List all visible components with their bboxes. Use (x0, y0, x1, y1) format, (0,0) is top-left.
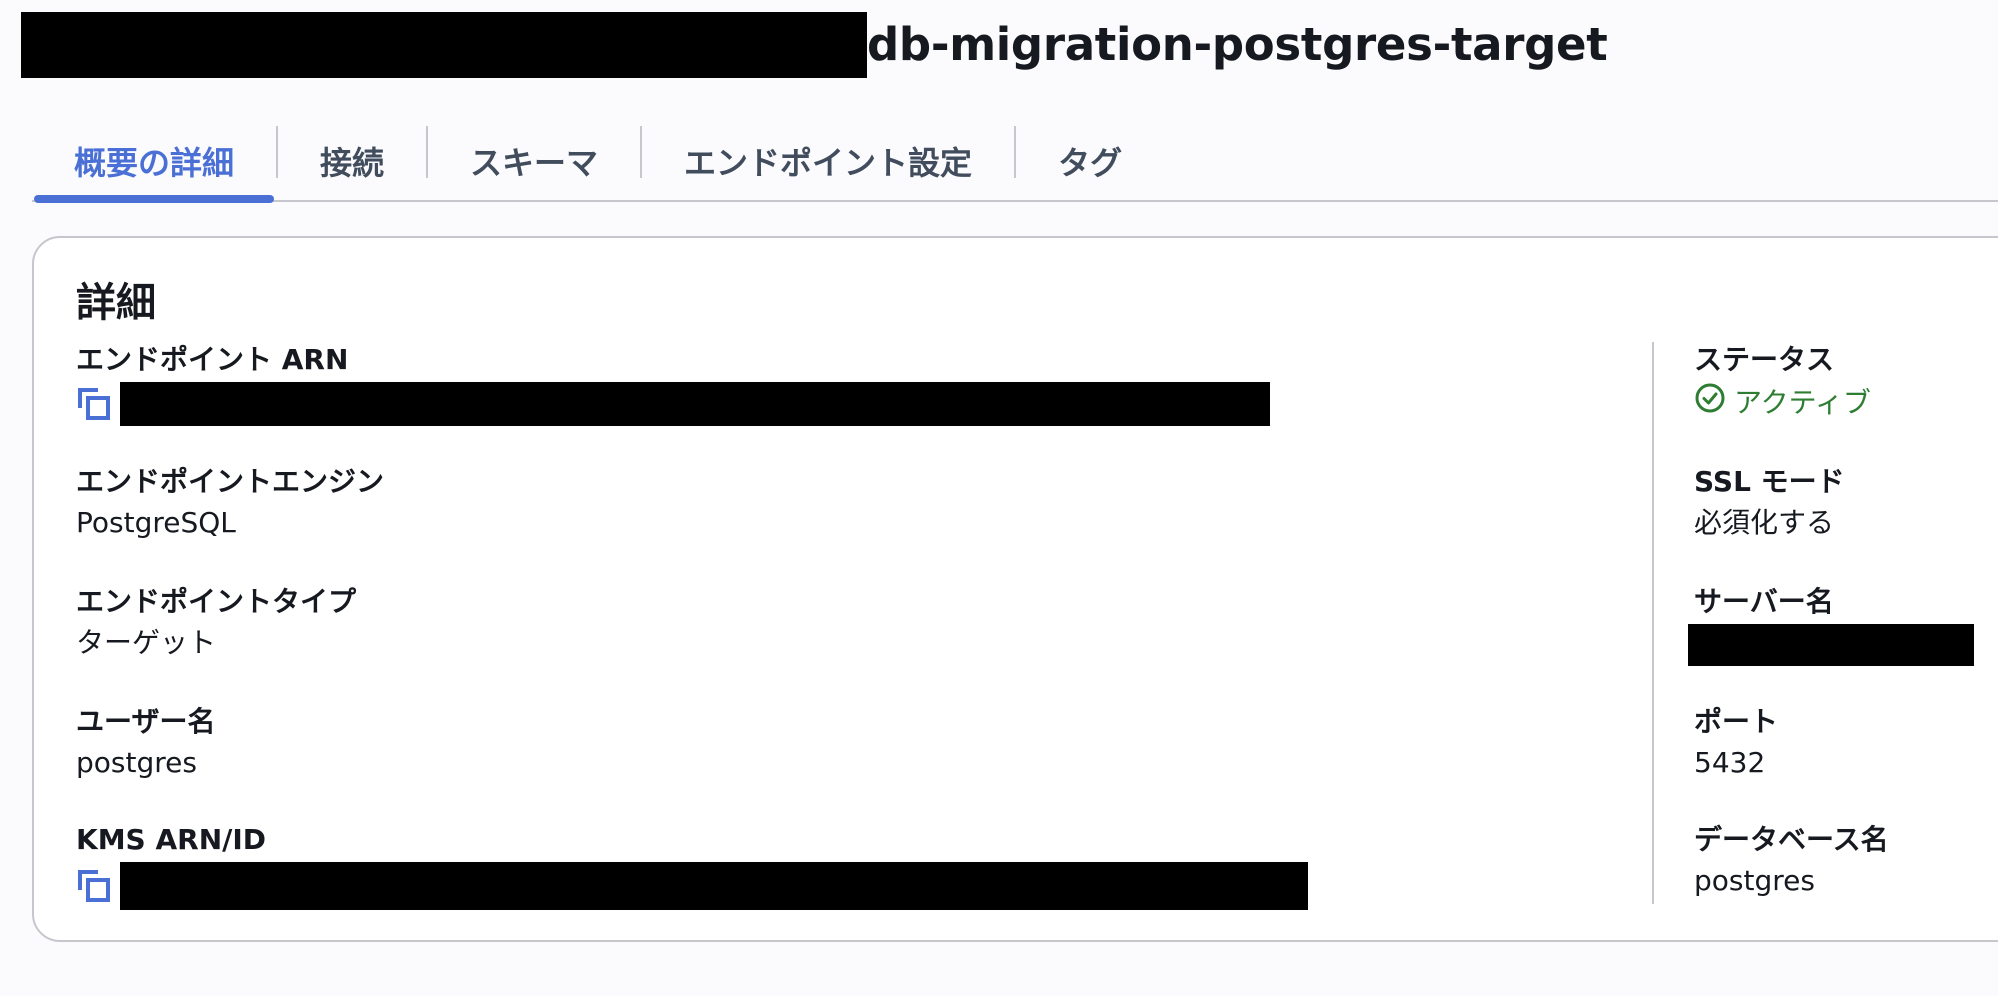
field-value (76, 862, 1308, 910)
tab-endpoint-settings[interactable]: エンドポイント設定 (642, 122, 1014, 200)
field-value: ターゲット (76, 626, 217, 659)
field-endpoint-engine: エンドポイントエンジン PostgreSQL (76, 464, 384, 542)
copy-icon[interactable] (76, 386, 112, 422)
field-endpoint-type: エンドポイントタイプ ターゲット (76, 584, 356, 662)
copy-icon[interactable] (76, 868, 112, 904)
field-value (76, 382, 1270, 426)
column-divider (1652, 342, 1654, 904)
page-header: db-migration-postgres-target (21, 12, 1608, 78)
details-panel: 詳細 エンドポイント ARN エンドポイントエンジン PostgreSQL エン… (32, 236, 1998, 942)
field-value (1688, 624, 1974, 666)
redacted-value (1688, 624, 1974, 666)
page-title: db-migration-postgres-target (867, 18, 1608, 71)
field-value: 5432 (1694, 746, 1766, 779)
field-label: ポート (1694, 705, 1779, 738)
field-ssl-mode: SSL モード 必須化する (1694, 464, 1845, 542)
field-label: ユーザー名 (76, 705, 216, 738)
field-label: データベース名 (1694, 823, 1889, 856)
field-label: エンドポイント ARN (76, 343, 349, 376)
field-endpoint-arn: エンドポイント ARN (76, 342, 1270, 426)
tab-schema[interactable]: スキーマ (428, 122, 640, 200)
tab-bar: 概要の詳細 接続 スキーマ エンドポイント設定 タグ (32, 122, 1998, 203)
field-status: ステータス アクティブ (1694, 342, 1871, 424)
tab-overview[interactable]: 概要の詳細 (32, 122, 276, 203)
field-label: SSL モード (1694, 465, 1845, 498)
field-username: ユーザー名 postgres (76, 704, 215, 782)
field-value: 必須化する (1694, 506, 1835, 539)
redacted-value (120, 382, 1270, 426)
field-label: ステータス (1694, 343, 1835, 376)
field-kms-arn: KMS ARN/ID (76, 822, 1308, 910)
field-label: サーバー名 (1694, 585, 1834, 618)
field-database-name: データベース名 postgres (1694, 822, 1889, 900)
tab-tags[interactable]: タグ (1016, 122, 1164, 200)
tab-connection[interactable]: 接続 (278, 122, 426, 200)
field-label: エンドポイントエンジン (76, 465, 385, 498)
field-label: エンドポイントタイプ (76, 585, 357, 618)
redacted-block (21, 12, 867, 78)
field-port: ポート 5432 (1694, 704, 1778, 782)
check-circle-icon (1694, 382, 1726, 424)
field-label: KMS ARN/ID (76, 823, 267, 856)
redacted-value (120, 862, 1308, 910)
field-value: postgres (1694, 864, 1815, 897)
field-value: postgres (76, 746, 197, 779)
status-text: アクティブ (1734, 386, 1871, 419)
status-value: アクティブ (1694, 382, 1871, 424)
field-value: PostgreSQL (76, 506, 236, 539)
field-server-name: サーバー名 (1688, 584, 1974, 666)
panel-heading: 詳細 (76, 280, 156, 326)
